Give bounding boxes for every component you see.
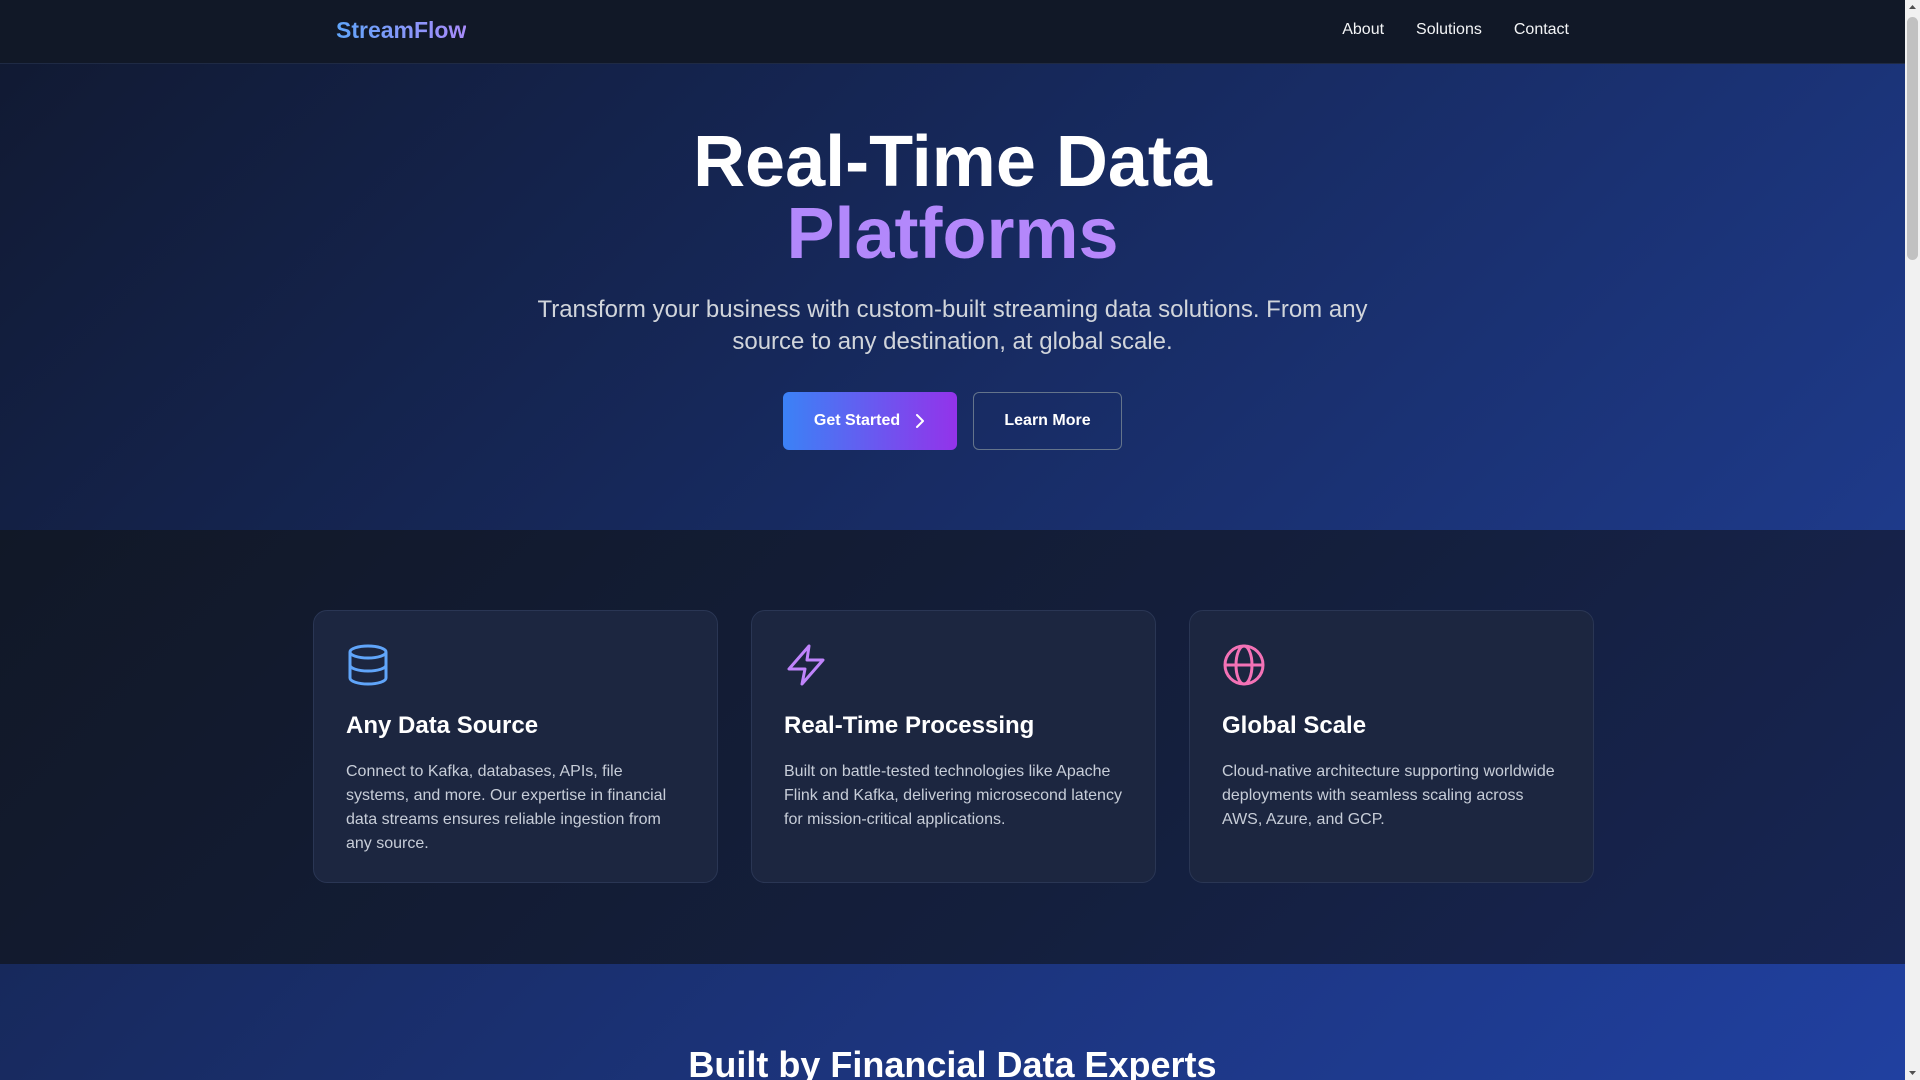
database-icon — [348, 644, 388, 686]
feature-text: Connect to Kafka, databases, APIs, file … — [346, 763, 667, 852]
hero-title: Real-Time Data — [693, 122, 1212, 202]
vertical-scrollbar[interactable] — [1905, 0, 1920, 1080]
hero-title-accent: Platforms — [0, 198, 1905, 270]
lightning-icon — [787, 644, 825, 686]
feature-title: Global Scale — [1222, 712, 1367, 739]
feature-title: Real-Time Processing — [784, 712, 1035, 739]
get-started-label: Get Started — [813, 412, 901, 429]
hero-subtitle: Transform your business with custom-buil… — [537, 296, 1368, 355]
scroll-up-arrow-icon[interactable] — [1905, 0, 1920, 15]
learn-more-button[interactable]: Learn More — [973, 392, 1122, 450]
hero-section: Real-Time Data Platforms Transform your … — [0, 64, 1905, 530]
nav-link-about[interactable]: About — [1342, 21, 1384, 39]
hero-buttons: Get Started Learn More — [0, 392, 1905, 450]
experts-title: Built by Financial Data Experts — [688, 1044, 1217, 1080]
nav-link-contact[interactable]: Contact — [1514, 21, 1569, 39]
experts-section: Built by Financial Data Experts — [0, 964, 1905, 1080]
brand-logo[interactable]: StreamFlow — [336, 17, 466, 44]
nav-link-solutions[interactable]: Solutions — [1416, 21, 1482, 39]
scroll-down-arrow-icon[interactable] — [1905, 1065, 1920, 1080]
feature-card-real-time-processing: Real-Time Processing Built on battle-tes… — [751, 610, 1156, 883]
nav-links: About Solutions Contact — [1342, 21, 1569, 39]
feature-text: Cloud-native architecture supporting wor… — [1222, 763, 1555, 828]
top-nav: StreamFlow About Solutions Contact — [0, 0, 1905, 64]
feature-title: Any Data Source — [346, 712, 539, 739]
globe-icon — [1223, 644, 1265, 686]
feature-cards: Any Data Source Connect to Kafka, databa… — [313, 610, 1594, 883]
feature-card-global-scale: Global Scale Cloud-native architecture s… — [1189, 610, 1594, 883]
features-section: Any Data Source Connect to Kafka, databa… — [0, 530, 1905, 964]
feature-card-any-data-source: Any Data Source Connect to Kafka, databa… — [313, 610, 718, 883]
feature-text: Built on battle-tested technologies like… — [784, 763, 1122, 828]
page: StreamFlow About Solutions Contact Real-… — [0, 0, 1905, 1080]
scrollbar-thumb[interactable] — [1907, 17, 1918, 260]
chevron-right-icon — [916, 414, 925, 428]
get-started-button[interactable]: Get Started — [783, 392, 957, 450]
